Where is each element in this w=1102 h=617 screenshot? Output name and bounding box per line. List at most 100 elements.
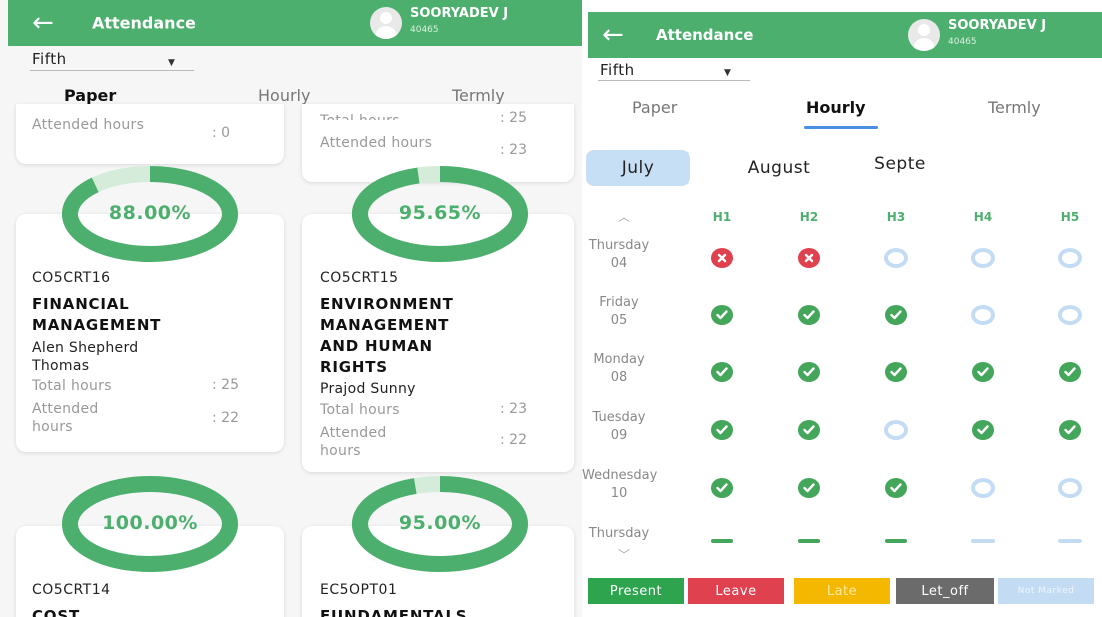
total-hours-value: : 23	[500, 401, 527, 417]
not-marked-icon[interactable]	[884, 420, 908, 440]
tab-hourly[interactable]: Hourly	[806, 98, 866, 117]
day-name: Wednesday	[582, 468, 658, 483]
dropdown-arrow-icon: ▼	[168, 58, 175, 68]
attended-hours-value: : 0	[212, 125, 231, 141]
app-title: Attendance	[656, 26, 754, 44]
avatar[interactable]	[370, 7, 402, 39]
month-tab-august[interactable]: August	[724, 150, 834, 186]
not-marked-icon[interactable]	[1058, 305, 1082, 325]
attended-hours-value: : 22	[212, 410, 239, 426]
present-check-icon[interactable]	[711, 305, 733, 325]
legend-present: Present	[588, 578, 684, 604]
day-name: Thursday	[588, 526, 650, 541]
total-hours-label: Total hours	[320, 402, 400, 418]
attended-hours-value: : 23	[500, 142, 527, 158]
hour-header-h3: H3	[886, 210, 906, 224]
tab-termly[interactable]: Termly	[988, 98, 1041, 117]
present-check-icon[interactable]	[972, 420, 994, 440]
user-id: 40465	[410, 25, 439, 35]
not-marked-icon[interactable]	[1058, 248, 1082, 268]
leave-cross-icon[interactable]	[711, 248, 733, 268]
day-name: Thursday	[588, 238, 650, 253]
subject-line: COST	[32, 607, 80, 617]
attendance-percent: 95.65%	[398, 202, 482, 224]
attended-hours-label: Attended hours	[32, 401, 99, 435]
teacher-line: Alen Shepherd	[32, 340, 139, 356]
month-tab-july[interactable]: July	[586, 150, 690, 186]
day-name: Monday	[593, 352, 645, 367]
present-check-icon[interactable]	[885, 305, 907, 325]
present-check-icon[interactable]	[798, 539, 820, 543]
total-hours-label: Total hours	[32, 378, 112, 394]
attended-hours-label: Attended hours	[320, 425, 387, 459]
paper-code: CO5CRT16	[32, 270, 111, 286]
dropdown-underline	[30, 70, 194, 71]
not-marked-icon[interactable]	[1058, 539, 1082, 543]
tab-paper[interactable]: Paper	[632, 98, 677, 117]
day-date: 05	[610, 313, 628, 328]
not-marked-icon[interactable]	[1058, 478, 1082, 498]
present-check-icon[interactable]	[885, 478, 907, 498]
attendance-percent: 100.00%	[102, 512, 198, 534]
present-check-icon[interactable]	[711, 362, 733, 382]
present-check-icon[interactable]	[798, 420, 820, 440]
attendance-percent: 95.00%	[398, 512, 482, 534]
paper-code: CO5CRT14	[32, 582, 111, 598]
hour-header-h4: H4	[973, 210, 993, 224]
present-check-icon[interactable]	[885, 539, 907, 543]
present-check-icon[interactable]	[798, 478, 820, 498]
avatar[interactable]	[908, 19, 940, 51]
attended-hours-label: Attended hours	[32, 117, 145, 133]
user-name: SOORYADEV J	[410, 6, 509, 21]
present-check-icon[interactable]	[1059, 420, 1081, 440]
present-check-icon[interactable]	[885, 362, 907, 382]
present-check-icon[interactable]	[711, 478, 733, 498]
dropdown-arrow-icon: ▼	[724, 68, 731, 78]
paper-code: EC5OPT01	[320, 582, 398, 598]
total-hours-label: Total hours	[320, 106, 470, 120]
subject-line: ENVIRONMENT	[320, 295, 454, 313]
tab-hourly[interactable]: Hourly	[258, 86, 310, 105]
semester-value: Fifth	[600, 61, 635, 79]
present-check-icon[interactable]	[972, 362, 994, 382]
semester-value: Fifth	[32, 50, 67, 68]
attendance-percent: 88.00%	[108, 202, 192, 224]
hourly-attendance-screen: ← Attendance SOORYADEV J 40465 Fifth ▼ P…	[582, 0, 1102, 617]
present-check-icon[interactable]	[798, 305, 820, 325]
tab-paper[interactable]: Paper	[64, 86, 116, 105]
not-marked-icon[interactable]	[971, 248, 995, 268]
subject-line: MANAGEMENT	[32, 316, 162, 334]
app-title: Attendance	[92, 13, 196, 33]
day-date: 09	[610, 428, 628, 443]
hour-header-h5: H5	[1060, 210, 1080, 224]
user-id: 40465	[948, 37, 977, 47]
month-tab-september[interactable]: Septe	[860, 146, 940, 182]
user-name: SOORYADEV J	[948, 18, 1047, 33]
not-marked-icon[interactable]	[971, 305, 995, 325]
not-marked-icon[interactable]	[884, 248, 908, 268]
subject-line: RIGHTS	[320, 358, 388, 376]
present-check-icon[interactable]	[711, 420, 733, 440]
present-check-icon[interactable]	[798, 362, 820, 382]
not-marked-icon[interactable]	[971, 478, 995, 498]
total-hours-value: : 25	[500, 110, 527, 122]
teacher-line: Thomas	[32, 358, 90, 374]
not-marked-icon[interactable]	[971, 539, 995, 543]
present-check-icon[interactable]	[711, 539, 733, 543]
legend-leave: Leave	[688, 578, 784, 604]
total-hours-value: : 25	[212, 377, 239, 393]
day-date: 04	[610, 256, 628, 271]
present-check-icon[interactable]	[1059, 362, 1081, 382]
tab-termly[interactable]: Termly	[452, 86, 505, 105]
teacher-line: Prajod Sunny	[320, 381, 416, 397]
subject-line: FUNDAMENTALS	[320, 607, 468, 617]
paper-card-partial[interactable]: Attended hours : 0	[16, 104, 284, 164]
leave-cross-icon[interactable]	[798, 248, 820, 268]
scroll-up-icon[interactable]: ︿	[618, 208, 630, 225]
app-bar: ← Attendance SOORYADEV J 40465	[588, 12, 1102, 58]
back-arrow-icon[interactable]: ←	[32, 10, 54, 36]
back-arrow-icon[interactable]: ←	[602, 22, 624, 48]
legend-let-off: Let_off	[896, 578, 994, 604]
attended-hours-value: : 22	[500, 432, 527, 448]
scroll-down-icon[interactable]: ﹀	[618, 546, 630, 563]
